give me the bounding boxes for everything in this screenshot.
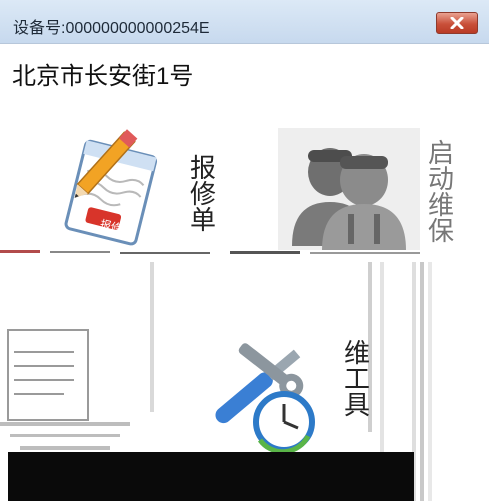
window-title: 设备号:000000000000254E	[13, 20, 210, 37]
tools-clock-icon[interactable]	[192, 328, 332, 456]
repair-label-char-2: 修	[190, 179, 217, 209]
dark-render-strip	[8, 452, 414, 501]
maint-label-char-4: 保	[428, 216, 455, 246]
artifact-strip	[428, 262, 432, 501]
artifact-strip	[420, 262, 424, 501]
render-glitch-strip	[0, 250, 420, 254]
repair-label-char-1: 报	[190, 153, 217, 183]
start-maintenance-tile[interactable]	[278, 128, 420, 250]
tools-label-char-3: 具	[344, 390, 371, 420]
close-button[interactable]	[436, 12, 478, 34]
tools-label-char-1: 维	[344, 338, 371, 368]
artifact-strip	[380, 262, 384, 452]
repair-order-label: 报 修 单	[190, 155, 216, 233]
maintenance-workers-icon	[292, 148, 406, 250]
start-maintenance-label: 启 动 维 保	[428, 140, 454, 244]
maint-label-char-3: 维	[428, 190, 455, 220]
maint-label-char-1: 启	[428, 138, 455, 168]
tools-label: 维 工 具	[344, 340, 370, 418]
repair-label-char-3: 单	[190, 205, 217, 235]
tools-label-char-2: 工	[344, 364, 371, 394]
maint-label-char-2: 动	[428, 164, 455, 194]
close-icon	[450, 17, 464, 29]
window-titlebar: 设备号:000000000000254E	[0, 0, 489, 44]
location-address: 北京市长安街1号	[12, 63, 194, 90]
